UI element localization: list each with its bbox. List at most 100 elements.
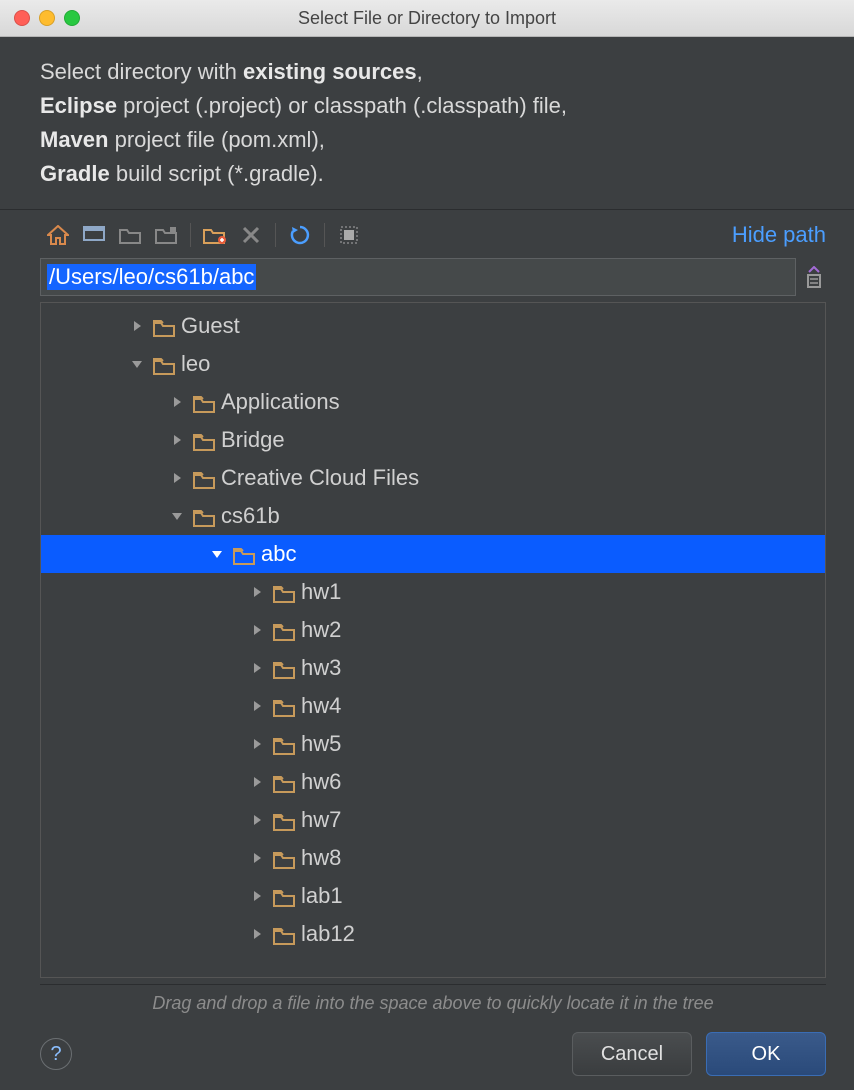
tree-row[interactable]: hw1 [41,573,825,611]
tree-item-label: leo [181,351,210,377]
folder-icon [193,393,215,411]
chevron-down-icon[interactable] [169,508,185,524]
chevron-right-icon[interactable] [129,318,145,334]
show-hidden-icon[interactable] [331,220,367,250]
path-row: /Users/leo/cs61b/abc [0,258,854,302]
new-folder-icon[interactable] [197,220,233,250]
folder-icon [193,431,215,449]
hide-path-link[interactable]: Hide path [732,222,826,248]
chevron-down-icon[interactable] [129,356,145,372]
tree-row[interactable]: hw2 [41,611,825,649]
chevron-right-icon[interactable] [169,470,185,486]
chevron-right-icon[interactable] [249,774,265,790]
close-icon[interactable] [14,10,30,26]
tree-row[interactable]: hw7 [41,801,825,839]
instr-l1b: existing sources [243,59,417,84]
module-icon[interactable] [148,220,184,250]
tree-row[interactable]: hw6 [41,763,825,801]
footer: ? Cancel OK [0,1024,854,1090]
history-dropdown-icon[interactable] [802,258,826,296]
path-input[interactable]: /Users/leo/cs61b/abc [40,258,796,296]
folder-icon [153,317,175,335]
chevron-right-icon[interactable] [249,622,265,638]
cancel-button[interactable]: Cancel [572,1032,692,1076]
folder-icon [273,697,295,715]
tree-row[interactable]: lab1 [41,877,825,915]
dialog-window: Select File or Directory to Import Selec… [0,0,854,1090]
instr-l2a: Eclipse [40,93,117,118]
toolbar-row: Hide path [0,210,854,258]
tree-row[interactable]: hw5 [41,725,825,763]
drag-drop-hint: Drag and drop a file into the space abov… [40,984,826,1024]
tree-item-label: hw7 [301,807,341,833]
traffic-lights [14,10,80,26]
folder-icon [273,773,295,791]
folder-icon [273,811,295,829]
tree-row[interactable]: hw8 [41,839,825,877]
instr-l2b: project (.project) or classpath (.classp… [123,93,567,118]
tree-item-label: Guest [181,313,240,339]
path-input-value: /Users/leo/cs61b/abc [47,264,256,290]
toolbar-sep-3 [324,223,325,247]
titlebar: Select File or Directory to Import [0,0,854,37]
tree-row[interactable]: abc [41,535,825,573]
chevron-right-icon[interactable] [249,660,265,676]
folder-icon [273,583,295,601]
tree-row[interactable]: hw4 [41,687,825,725]
chevron-right-icon[interactable] [249,736,265,752]
instr-l1a: Select directory with [40,59,243,84]
chevron-right-icon[interactable] [169,432,185,448]
zoom-icon[interactable] [64,10,80,26]
tree-item-label: hw1 [301,579,341,605]
tree-item-label: abc [261,541,296,567]
tree-item-label: hw2 [301,617,341,643]
chevron-right-icon[interactable] [249,584,265,600]
toolbar-sep-1 [190,223,191,247]
tree-row[interactable]: lab12 [41,915,825,953]
instructions: Select directory with existing sources, … [0,37,854,210]
folder-icon [193,507,215,525]
folder-icon [193,469,215,487]
tree-item-label: Bridge [221,427,285,453]
folder-icon [233,545,255,563]
refresh-icon[interactable] [282,220,318,250]
tree-item-label: hw3 [301,655,341,681]
folder-icon [273,621,295,639]
file-tree[interactable]: Guest leo Applications Bridge Creative Cloud… [40,302,826,978]
tree-row[interactable]: Creative Cloud Files [41,459,825,497]
instr-l4a: Gradle [40,161,110,186]
toolbar [40,220,367,250]
toolbar-sep-2 [275,223,276,247]
tree-row[interactable]: leo [41,345,825,383]
tree-item-label: Creative Cloud Files [221,465,419,491]
folder-icon [273,925,295,943]
tree-item-label: hw5 [301,731,341,757]
chevron-right-icon[interactable] [249,926,265,942]
home-icon[interactable] [40,220,76,250]
tree-row[interactable]: cs61b [41,497,825,535]
tree-item-label: hw4 [301,693,341,719]
delete-icon[interactable] [233,220,269,250]
folder-icon [153,355,175,373]
tree-row[interactable]: hw3 [41,649,825,687]
tree-item-label: lab1 [301,883,343,909]
minimize-icon[interactable] [39,10,55,26]
ok-button[interactable]: OK [706,1032,826,1076]
tree-row[interactable]: Guest [41,307,825,345]
instr-l3b: project file (pom.xml), [115,127,325,152]
project-icon[interactable] [112,220,148,250]
chevron-right-icon[interactable] [249,888,265,904]
chevron-down-icon[interactable] [209,546,225,562]
tree-item-label: Applications [221,389,340,415]
help-button[interactable]: ? [40,1038,72,1070]
chevron-right-icon[interactable] [169,394,185,410]
desktop-icon[interactable] [76,220,112,250]
tree-row[interactable]: Bridge [41,421,825,459]
folder-icon [273,849,295,867]
chevron-right-icon[interactable] [249,850,265,866]
chevron-right-icon[interactable] [249,698,265,714]
dialog-body: Select directory with existing sources, … [0,37,854,1090]
tree-row[interactable]: Applications [41,383,825,421]
chevron-right-icon[interactable] [249,812,265,828]
tree-item-label: cs61b [221,503,280,529]
